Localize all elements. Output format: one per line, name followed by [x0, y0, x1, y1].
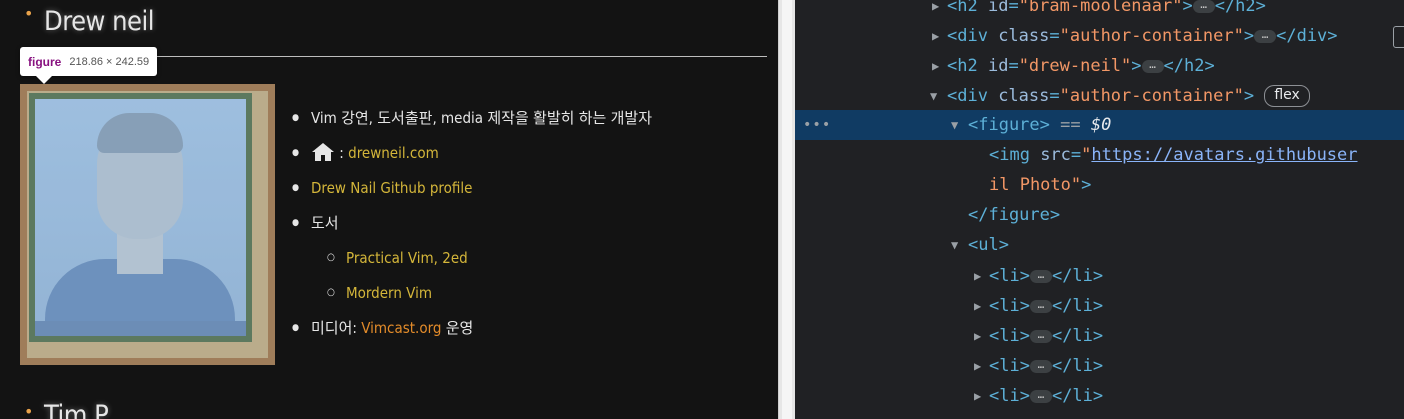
collapse-triangle-icon[interactable]: ▼: [951, 110, 958, 140]
heading-drew-neil: Drew neil: [44, 6, 154, 37]
media-label: 미디어:: [311, 319, 362, 337]
more-dots-icon[interactable]: •••: [803, 110, 831, 140]
dom-node-li[interactable]: ▶ <li>… </li>: [795, 351, 1404, 381]
scroll-thumb[interactable]: [782, 0, 792, 419]
home-icon: [311, 142, 335, 171]
heading-bullet-icon: •: [24, 4, 34, 23]
dom-node-img[interactable]: <img src="https://avatars.githubuser: [795, 140, 1404, 170]
collapse-triangle-icon[interactable]: ▼: [951, 230, 958, 260]
expand-triangle-icon[interactable]: ▶: [932, 0, 939, 21]
heading-bullet-icon: •: [24, 402, 34, 419]
dom-node-li[interactable]: ▶ <li>… </li>: [795, 291, 1404, 321]
dom-node-div-author-container-open[interactable]: ▼ <div class="author-container"> flex: [795, 81, 1404, 111]
dom-node-li[interactable]: ▶ <li>… </li>: [795, 321, 1404, 351]
dom-node-h2-drew-neil[interactable]: ▶ <h2 id="drew-neil">… </h2>: [795, 51, 1404, 81]
author-figure: [20, 84, 275, 365]
dom-node-li[interactable]: ▶ <li>… </li>: [795, 381, 1404, 411]
dom-node-figure-close[interactable]: </figure>: [795, 200, 1404, 230]
list-item-book-2: Mordern Vim: [292, 279, 652, 314]
expand-triangle-icon[interactable]: ▶: [974, 321, 981, 351]
tooltip-tag: figure: [28, 54, 62, 69]
list-item-books: 도서: [292, 209, 652, 244]
devtools-elements-panel: ▶ <h2 id="bram-moolenaar">… </h2> ▶ <div …: [795, 0, 1404, 419]
dom-node-img-continued[interactable]: il Photo">: [795, 170, 1404, 200]
vimcast-link[interactable]: Vimcast.org: [361, 319, 441, 337]
dom-node-div-author-container[interactable]: ▶ <div class="author-container">… </div>: [795, 21, 1404, 51]
panel-edge-button[interactable]: [1393, 26, 1404, 48]
ellipsis-button[interactable]: …: [1254, 29, 1277, 43]
inspect-highlight-overlay: [20, 84, 275, 365]
ellipsis-button[interactable]: …: [1029, 389, 1052, 403]
list-item-media: 미디어: Vimcast.org 운영: [292, 314, 652, 349]
expand-triangle-icon[interactable]: ▶: [974, 381, 981, 411]
tooltip-size: 218.86 × 242.59: [69, 55, 150, 68]
home-link[interactable]: drewneil.com: [348, 144, 439, 162]
list-item-desc: Vim 강연, 도서출판, media 제작을 활발히 하는 개발자: [292, 104, 652, 139]
dom-node-figure-selected[interactable]: ••• ▼ <figure> == $0: [795, 110, 1404, 140]
media-suffix: 운영: [441, 319, 474, 337]
list-item-github: Drew Nail Github profile: [292, 174, 652, 209]
img-src-link[interactable]: https://avatars.githubuser: [1091, 145, 1357, 165]
dom-node-h2-bram[interactable]: ▶ <h2 id="bram-moolenaar">… </h2>: [795, 0, 1404, 21]
expand-triangle-icon[interactable]: ▶: [974, 261, 981, 291]
ellipsis-button[interactable]: …: [1141, 59, 1164, 73]
expand-triangle-icon[interactable]: ▶: [974, 291, 981, 321]
ellipsis-button[interactable]: …: [1029, 299, 1052, 313]
github-link[interactable]: Drew Nail Github profile: [311, 179, 472, 197]
expand-triangle-icon[interactable]: ▶: [974, 351, 981, 381]
list-item-book-1: Practical Vim, 2ed: [292, 244, 652, 279]
heading-next-author: Tim P: [44, 400, 109, 419]
webpage-viewport: • Drew neil figure 218.86 × 242.59 Vim 강…: [0, 0, 778, 419]
books-label: 도서: [311, 214, 339, 232]
flex-badge[interactable]: flex: [1264, 85, 1310, 107]
author-info-list: Vim 강연, 도서출판, media 제작을 활발히 하는 개발자 : dre…: [292, 104, 652, 349]
book-link-modern-vim[interactable]: Mordern Vim: [346, 284, 432, 302]
ellipsis-button[interactable]: …: [1029, 269, 1052, 283]
dom-node-ul[interactable]: ▼ <ul>: [795, 230, 1404, 260]
ellipsis-button[interactable]: …: [1029, 329, 1052, 343]
inspect-tooltip: figure 218.86 × 242.59: [20, 47, 158, 84]
collapse-triangle-icon[interactable]: ▼: [930, 81, 937, 111]
ellipsis-button[interactable]: …: [1029, 359, 1052, 373]
ellipsis-button[interactable]: …: [1192, 0, 1215, 13]
list-item-home: : drewneil.com: [292, 139, 652, 174]
expand-triangle-icon[interactable]: ▶: [932, 51, 939, 81]
page-scrollbar[interactable]: [778, 0, 795, 419]
desc-text: Vim 강연, 도서출판, media 제작을 활발히 하는 개발자: [311, 109, 653, 127]
expand-triangle-icon[interactable]: ▶: [932, 21, 939, 51]
dom-node-li[interactable]: ▶ <li>… </li>: [795, 261, 1404, 291]
book-link-practical-vim[interactable]: Practical Vim, 2ed: [346, 249, 468, 267]
home-separator: :: [335, 144, 349, 162]
